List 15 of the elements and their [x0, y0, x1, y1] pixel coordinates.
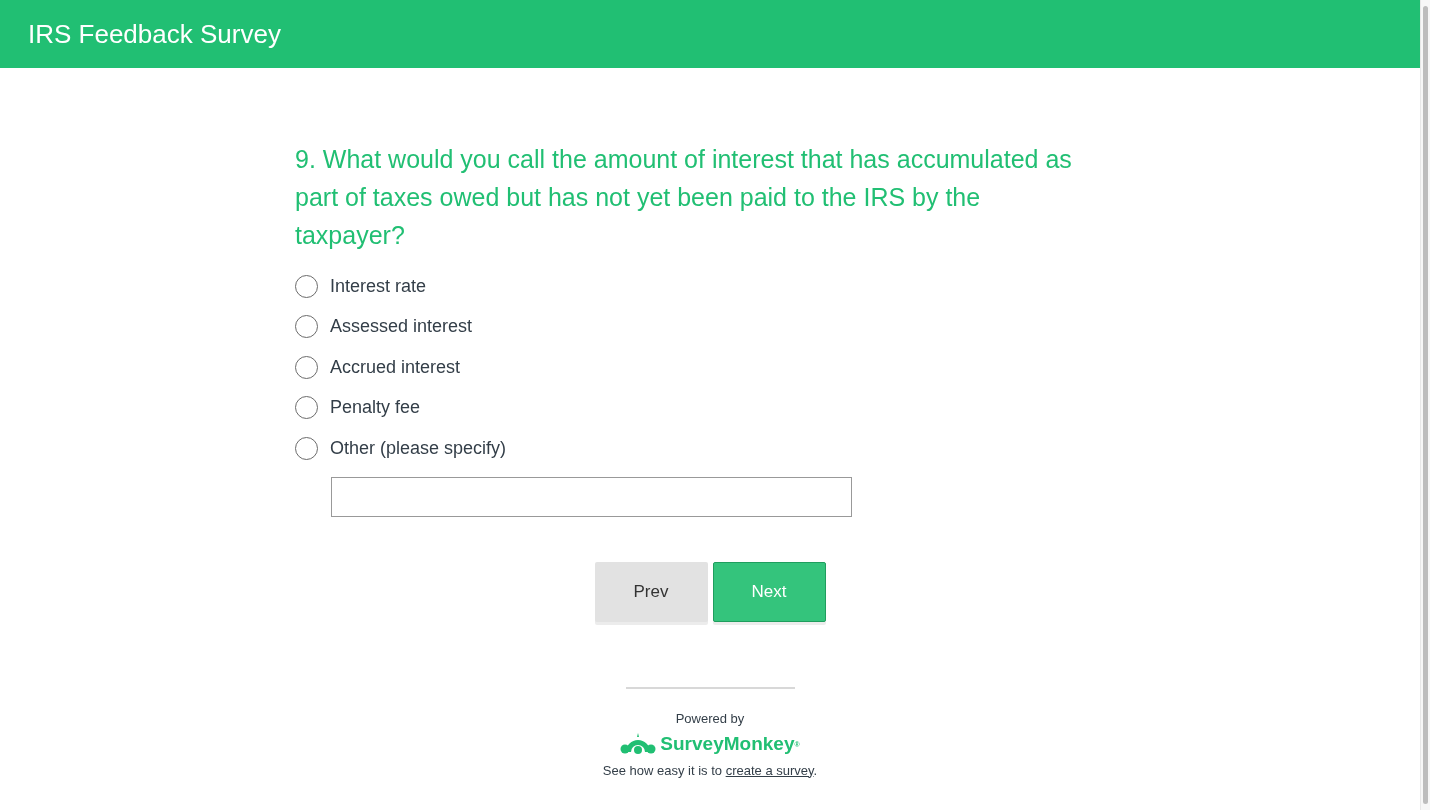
footer-text: See how easy it is to create a survey. — [602, 761, 818, 780]
survey-title: IRS Feedback Survey — [28, 17, 281, 51]
question-text: 9. What would you call the amount of interest that has accumulated as part of taxes owed but has not yet been paid to the IRS by the taxpayer? — [295, 144, 1073, 251]
powered-by-text: Powered by — [675, 709, 745, 728]
scrollbar[interactable] — [1420, 0, 1430, 810]
monkey-logo-icon — [620, 732, 657, 757]
option-label[interactable]: Interest rate — [330, 272, 427, 300]
logo-text: SurveyMonkey$^{®}$ — [660, 732, 800, 756]
input-field[interactable] — [331, 476, 852, 517]
option-label[interactable]: Assessed interest — [330, 313, 473, 341]
create-survey-link[interactable]: create a survey — [725, 762, 814, 778]
option-label[interactable]: Penalty fee — [330, 394, 421, 422]
option-label[interactable]: Accrued interest — [330, 353, 461, 381]
prev-button[interactable]: Prev — [594, 561, 708, 622]
option-label[interactable]: Other (please specify) — [330, 434, 507, 462]
